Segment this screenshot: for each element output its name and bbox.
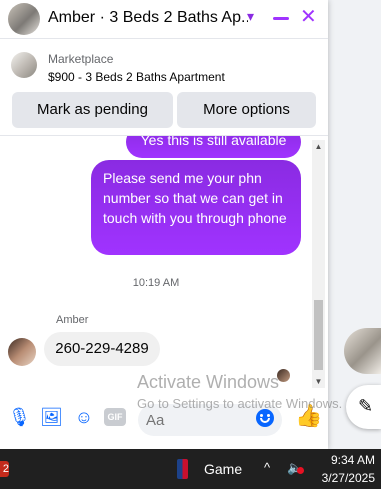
outgoing-message[interactable]: Yes this is still available [126,136,301,158]
message-list: Yes this is still available Please send … [0,136,312,388]
scroll-down-arrow-icon[interactable]: ▼ [312,377,325,386]
taskbar: 2 Game ^ 🔈 9:34 AM 3/27/2025 [0,449,381,489]
microphone-icon[interactable]: 🎙 [8,406,31,428]
more-options-button[interactable]: More options [177,92,316,128]
marketplace-listing: Marketplace $900 - 3 Beds 2 Baths Apartm… [0,39,328,136]
activation-watermark-title: Activate Windows [137,372,280,392]
chat-header: Amber · 3 Beds 2 Baths Ap... ▾ ✕ [0,0,328,39]
clock-date[interactable]: 3/27/2025 [300,471,375,485]
message-input[interactable] [146,409,256,431]
contact-avatar[interactable] [8,3,40,35]
scroll-up-arrow-icon[interactable]: ▲ [312,142,325,151]
tray-chevron-icon[interactable]: ^ [264,460,270,475]
taskbar-game-label[interactable]: Game [204,461,242,477]
clock-time[interactable]: 9:34 AM [300,453,375,467]
incoming-message[interactable]: 260-229-4289 [44,332,160,366]
activation-watermark-subtitle: Go to Settings to activate Windows. [137,396,343,411]
gif-icon[interactable]: GIF [104,408,126,426]
outgoing-message[interactable]: Please send me your phn number so that w… [91,160,301,255]
listing-kicker: Marketplace [48,52,114,66]
emoji-icon[interactable] [256,409,274,427]
compose-icon: ✎ [358,396,374,416]
page-background [328,0,381,449]
message-timestamp: 10:19 AM [132,277,180,289]
listing-title[interactable]: $900 - 3 Beds 2 Baths Apartment [48,70,225,84]
chat-title[interactable]: Amber · 3 Beds 2 Baths Ap... [48,9,248,27]
nba-icon[interactable] [177,459,188,479]
minimize-icon[interactable] [273,17,289,20]
scroll-thumb[interactable] [314,300,323,370]
message-scrollbar[interactable]: ▲ ▼ [312,140,325,388]
photo-icon[interactable]: 🖼 [40,406,63,428]
close-icon[interactable]: ✕ [300,6,317,28]
notification-badge[interactable]: 2 [0,461,9,477]
chevron-down-icon[interactable]: ▾ [247,8,254,25]
message-text: Yes this is still available [140,136,287,148]
listing-thumbnail[interactable] [11,52,37,78]
message-text: Please send me your phn number so that w… [103,170,287,226]
sender-avatar[interactable] [8,338,36,366]
sender-name: Amber [56,314,89,326]
sticker-icon[interactable]: ☺ [73,406,95,428]
mark-as-pending-button[interactable]: Mark as pending [12,92,173,128]
